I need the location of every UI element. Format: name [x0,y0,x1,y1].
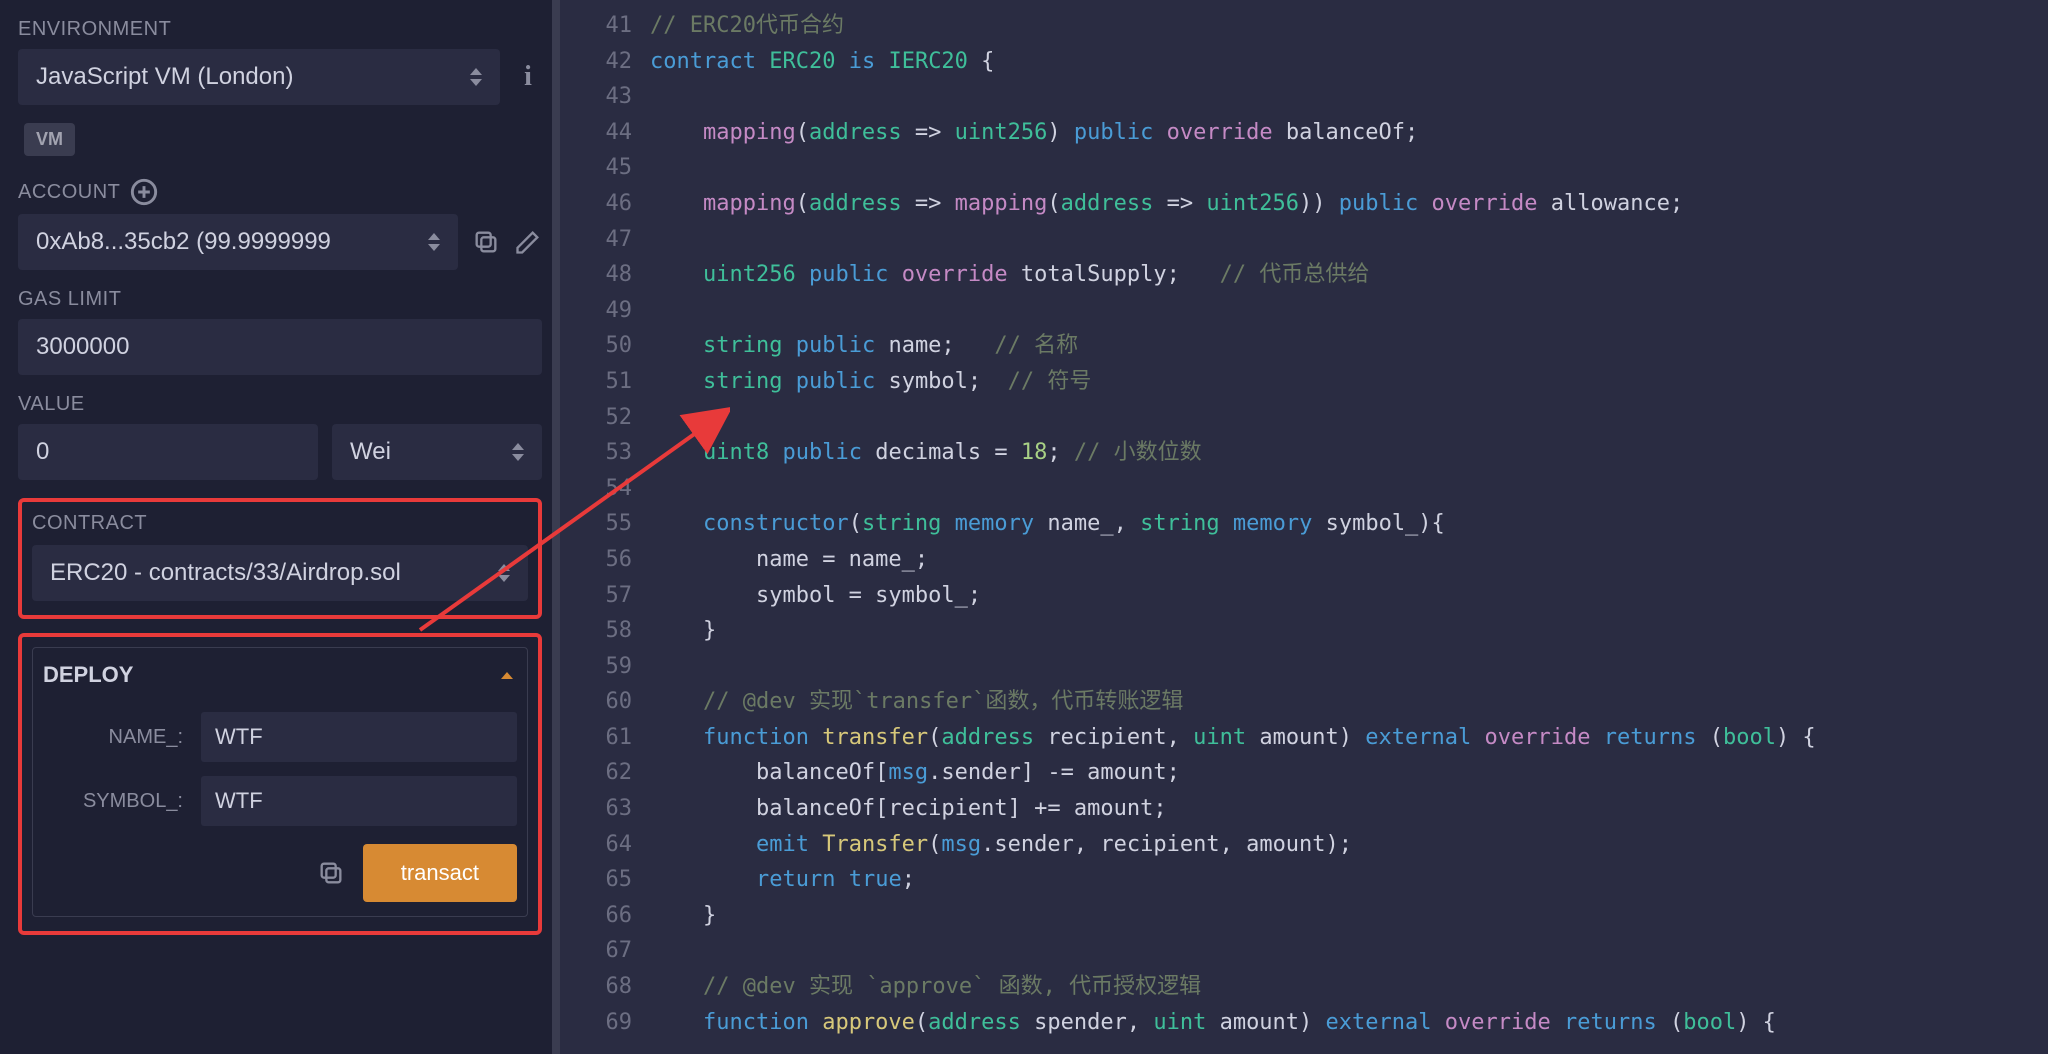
copy-icon[interactable] [472,228,500,256]
plus-icon[interactable] [130,178,158,206]
deploy-sidebar: ENVIRONMENT JavaScript VM (London) i VM … [0,0,560,1054]
contract-highlight-box: CONTRACT ERC20 - contracts/33/Airdrop.so… [18,498,542,619]
deploy-highlight-box: DEPLOY NAME_: SYMBOL_: transact [18,633,542,935]
account-select[interactable]: 0xAb8...35cb2 (99.9999999 [18,214,458,270]
param-label: SYMBOL_: [43,790,201,813]
vm-badge: VM [24,123,75,156]
param-row: NAME_: [43,712,517,762]
chevron-up-icon[interactable] [497,665,517,685]
transact-button[interactable]: transact [363,844,517,902]
param-input[interactable] [201,712,517,762]
copy-icon[interactable] [317,859,345,887]
contract-value: ERC20 - contracts/33/Airdrop.sol [50,559,401,587]
environment-value: JavaScript VM (London) [36,63,293,91]
value-input[interactable] [18,424,318,480]
param-row: SYMBOL_: [43,776,517,826]
value-label: VALUE [18,393,542,416]
value-unit: Wei [350,438,391,466]
deploy-label: DEPLOY [43,662,133,688]
contract-select[interactable]: ERC20 - contracts/33/Airdrop.sol [32,545,528,601]
code-editor[interactable]: 4142434445464748495051525354555657585960… [560,0,2048,1054]
account-value: 0xAb8...35cb2 (99.9999999 [36,228,331,256]
environment-select[interactable]: JavaScript VM (London) [18,49,500,105]
param-label: NAME_: [43,726,201,749]
value-unit-select[interactable]: Wei [332,424,542,480]
account-label: ACCOUNT [18,178,542,206]
chevron-updown-icon [512,443,524,461]
code-content: // ERC20代币合约contract ERC20 is IERC20 { m… [650,0,2048,1054]
deploy-panel: DEPLOY NAME_: SYMBOL_: transact [32,647,528,917]
gas-label: GAS LIMIT [18,288,542,311]
chevron-updown-icon [428,233,440,251]
param-input[interactable] [201,776,517,826]
environment-label: ENVIRONMENT [18,18,542,41]
info-icon[interactable]: i [514,63,542,91]
chevron-updown-icon [498,564,510,582]
line-gutter: 4142434445464748495051525354555657585960… [560,0,650,1054]
gas-input[interactable] [18,319,542,375]
chevron-updown-icon [470,68,482,86]
edit-icon[interactable] [514,228,542,256]
contract-label: CONTRACT [32,512,528,535]
